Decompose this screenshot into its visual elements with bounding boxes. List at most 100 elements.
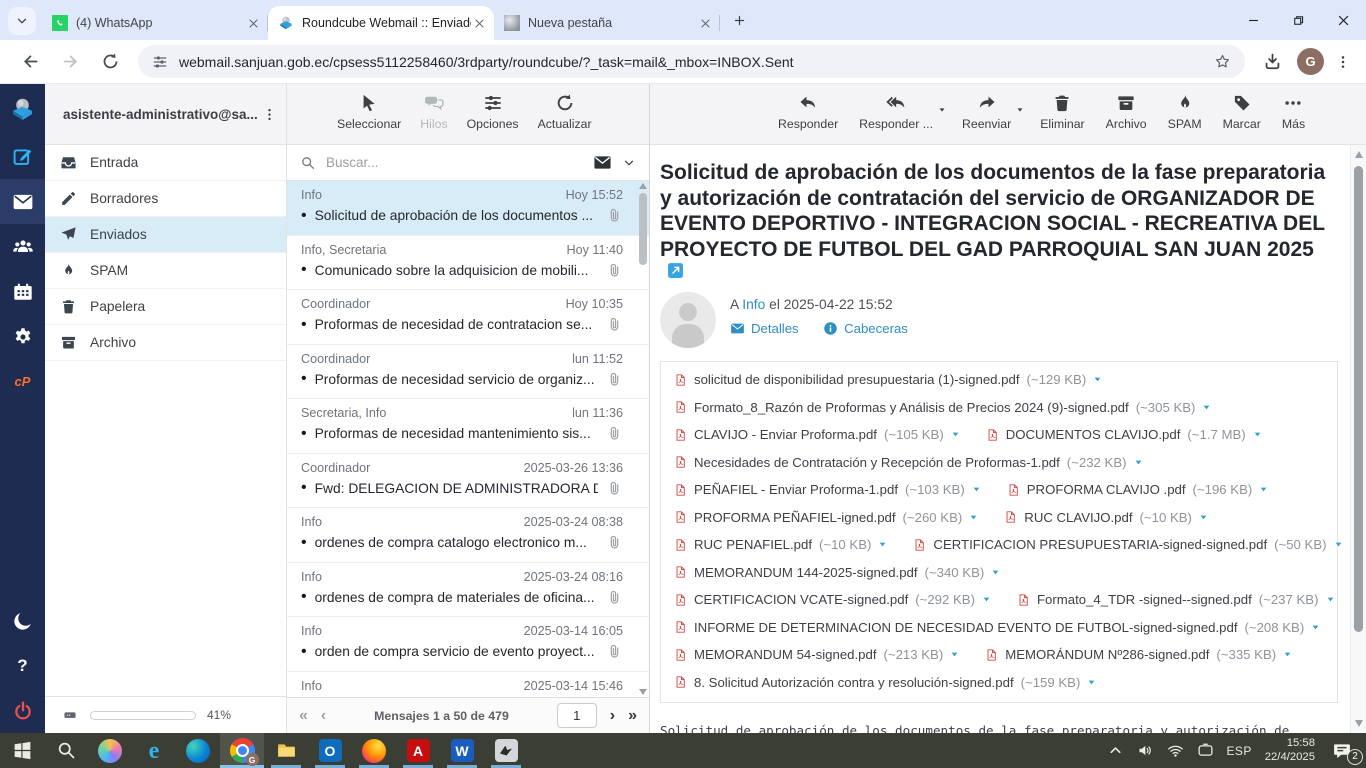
taskbar-app-search[interactable] xyxy=(44,733,88,768)
attachment-item[interactable]: MEMORÁNDUM Nº286-signed.pdf(~335 KB) xyxy=(985,647,1292,663)
message-row[interactable]: Info2025-03-14 16:05•orden de compra ser… xyxy=(287,617,649,672)
page-number-input[interactable]: 1 xyxy=(557,703,597,728)
attachment-item[interactable]: MEMORANDUM 54-signed.pdf(~213 KB) xyxy=(674,647,959,663)
dropdown-caret-icon[interactable] xyxy=(938,106,946,114)
view-scrollbar[interactable] xyxy=(1350,145,1366,733)
close-window-button[interactable] xyxy=(1321,0,1366,40)
message-row[interactable]: Coordinadorlun 11:52•Proformas de necesi… xyxy=(287,345,649,400)
next-page-button[interactable]: › xyxy=(610,708,615,724)
attachment-item[interactable]: CLAVIJO - Enviar Proforma.pdf(~105 KB) xyxy=(674,427,960,443)
recipient-link[interactable]: Info xyxy=(742,297,765,312)
spam-button[interactable]: SPAM xyxy=(1168,93,1202,131)
list-scrollbar-thumb[interactable] xyxy=(639,193,647,265)
scroll-up-arrow[interactable] xyxy=(1355,151,1363,158)
volume-icon[interactable] xyxy=(1137,742,1154,759)
tab-search-button[interactable] xyxy=(8,7,36,35)
bookmark-star-icon[interactable] xyxy=(1214,53,1231,70)
mark-button[interactable]: Marcar xyxy=(1223,93,1261,131)
taskbar-app-explorer[interactable] xyxy=(264,733,308,768)
rail-mail-button[interactable] xyxy=(0,179,45,224)
dropdown-caret-icon[interactable] xyxy=(1016,106,1024,114)
attachment-name[interactable]: INFORME DE DETERMINACION DE NECESIDAD EV… xyxy=(694,620,1238,635)
attachment-name[interactable]: 8. Solicitud Autorización contra y resol… xyxy=(694,675,1014,690)
attachment-item[interactable]: PROFORMA PEÑAFIEL-igned.pdf(~260 KB) xyxy=(674,509,978,525)
message-row[interactable]: Secretaria, Infolun 11:36•Proformas de n… xyxy=(287,399,649,454)
message-row[interactable]: CoordinadorHoy 10:35•Proformas de necesi… xyxy=(287,290,649,345)
message-row[interactable]: Info, SecretariaHoy 11:40•Comunicado sob… xyxy=(287,236,649,291)
attachment-item[interactable]: MEMORANDUM 144-2025-signed.pdf(~340 KB) xyxy=(674,564,1000,580)
attachment-name[interactable]: PROFORMA PEÑAFIEL-igned.pdf xyxy=(694,510,896,525)
attachment-item[interactable]: RUC PENAFIEL.pdf(~10 KB) xyxy=(674,537,887,553)
select-button[interactable]: Seleccionar xyxy=(337,93,401,131)
list-scrollbar[interactable] xyxy=(638,183,648,695)
message-row[interactable]: InfoHoy 15:52•Solicitud de aprobación de… xyxy=(287,181,649,236)
attachment-item[interactable]: 8. Solicitud Autorización contra y resol… xyxy=(674,674,1096,690)
headers-link[interactable]: Cabeceras xyxy=(823,321,908,336)
cast-icon[interactable] xyxy=(1197,742,1214,759)
folder-item-archive[interactable]: Archivo xyxy=(45,325,286,361)
rail-compose-button[interactable] xyxy=(0,134,45,179)
roundcube-logo[interactable] xyxy=(0,84,45,134)
threads-button[interactable]: Hilos xyxy=(420,93,447,131)
attachment-name[interactable]: solicitud de disponibilidad presupuestar… xyxy=(694,372,1020,387)
chevron-up-icon[interactable] xyxy=(1107,742,1124,759)
scroll-down-arrow[interactable] xyxy=(1355,720,1363,727)
scroll-down-arrow[interactable] xyxy=(639,689,647,695)
site-settings-icon[interactable] xyxy=(152,54,168,70)
attachment-item[interactable]: PEÑAFIEL - Enviar Proforma-1.pdf(~103 KB… xyxy=(674,482,981,498)
downloads-button[interactable] xyxy=(1257,47,1287,77)
folder-item-inbox[interactable]: Entrada xyxy=(45,145,286,181)
clock[interactable]: 15:58 22/4/2025 xyxy=(1265,737,1315,764)
attachment-item[interactable]: Necesidades de Contratación y Recepción … xyxy=(674,454,1143,470)
delete-button[interactable]: Eliminar xyxy=(1040,93,1084,131)
attachment-name[interactable]: CLAVIJO - Enviar Proforma.pdf xyxy=(694,427,877,442)
more-button[interactable]: Más xyxy=(1282,93,1305,131)
details-link[interactable]: Detalles xyxy=(730,321,799,336)
folder-item-sent[interactable]: Enviados xyxy=(45,217,286,253)
close-icon[interactable] xyxy=(697,15,714,32)
attachment-name[interactable]: PROFORMA CLAVIJO .pdf xyxy=(1027,482,1186,497)
rail-cpanel-button[interactable]: cP xyxy=(0,359,45,404)
attachment-item[interactable]: CERTIFICACION VCATE-signed.pdf(~292 KB) xyxy=(674,592,991,608)
external-link-icon[interactable] xyxy=(667,262,684,279)
attachment-item[interactable]: INFORME DE DETERMINACION DE NECESIDAD EV… xyxy=(674,619,1320,635)
close-icon[interactable] xyxy=(471,15,488,32)
forward-button[interactable] xyxy=(55,47,85,77)
rail-contacts-button[interactable] xyxy=(0,224,45,269)
scroll-up-arrow[interactable] xyxy=(639,183,647,189)
taskbar-app-outlook[interactable]: O xyxy=(308,733,352,768)
taskbar-app-edge[interactable] xyxy=(176,733,220,768)
rail-darkmode-button[interactable] xyxy=(0,598,45,643)
attachment-item[interactable]: Formato_4_TDR -signed--signed.pdf(~237 K… xyxy=(1017,592,1335,608)
search-options-chevron-icon[interactable] xyxy=(622,156,636,170)
tab-whatsapp[interactable]: (4) WhatsApp xyxy=(42,6,268,40)
restore-button[interactable] xyxy=(1276,0,1321,40)
rail-settings-button[interactable] xyxy=(0,314,45,359)
taskbar-app-start[interactable] xyxy=(0,733,44,768)
attachment-name[interactable]: RUC PENAFIEL.pdf xyxy=(694,537,812,552)
tab-roundcube[interactable]: Roundcube Webmail :: Enviados xyxy=(268,6,494,40)
search-input[interactable] xyxy=(326,155,583,170)
attachment-name[interactable]: MEMORANDUM 144-2025-signed.pdf xyxy=(694,565,918,580)
taskbar-app-chrome[interactable]: G xyxy=(220,733,264,768)
search-scope-envelope-icon[interactable] xyxy=(593,153,612,172)
message-row[interactable]: Info2025-03-24 08:38•ordenes de compra c… xyxy=(287,508,649,563)
notifications-button[interactable]: 2 xyxy=(1332,741,1354,761)
prev-page-button[interactable]: ‹ xyxy=(321,708,326,724)
folder-item-spam[interactable]: SPAM xyxy=(45,253,286,289)
attachment-name[interactable]: MEMORÁNDUM Nº286-signed.pdf xyxy=(1005,647,1209,662)
browser-menu-button[interactable] xyxy=(1330,49,1356,75)
attachment-name[interactable]: CERTIFICACION PRESUPUESTARIA-signed-sign… xyxy=(933,537,1267,552)
message-row[interactable]: Info2025-03-24 08:16•ordenes de compra d… xyxy=(287,563,649,618)
folder-item-trash[interactable]: Papelera xyxy=(45,289,286,325)
attachment-name[interactable]: MEMORANDUM 54-signed.pdf xyxy=(694,647,876,662)
attachment-name[interactable]: RUC CLAVIJO.pdf xyxy=(1024,510,1132,525)
attachment-name[interactable]: DOCUMENTOS CLAVIJO.pdf xyxy=(1006,427,1181,442)
back-button[interactable] xyxy=(15,47,45,77)
tab-new[interactable]: Nueva pestaña xyxy=(494,6,720,40)
attachment-item[interactable]: CERTIFICACION PRESUPUESTARIA-signed-sign… xyxy=(913,537,1342,553)
refresh-button[interactable]: Actualizar xyxy=(538,93,592,131)
attachment-item[interactable]: PROFORMA CLAVIJO .pdf(~196 KB) xyxy=(1007,482,1269,498)
folder-item-drafts[interactable]: Borradores xyxy=(45,181,286,217)
rail-calendar-button[interactable] xyxy=(0,269,45,314)
